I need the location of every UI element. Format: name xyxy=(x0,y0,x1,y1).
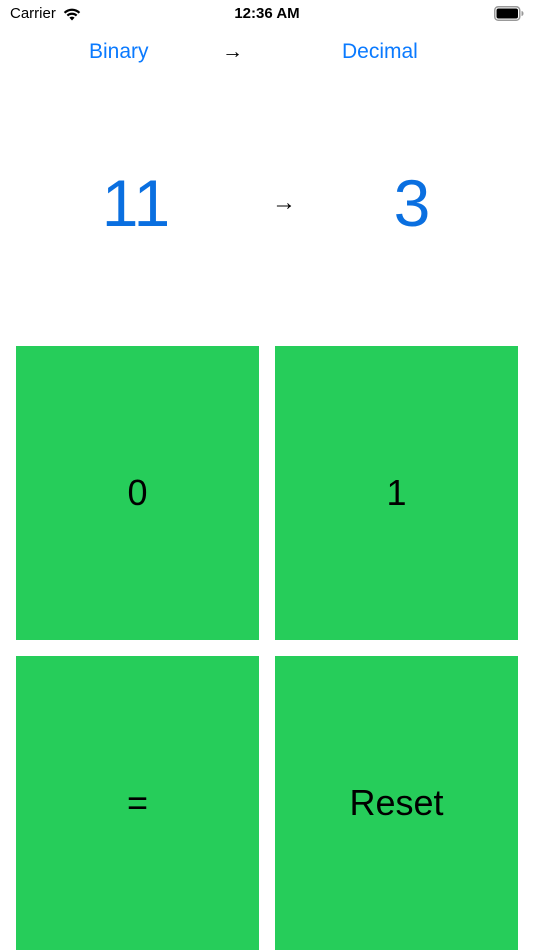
input-value: 11 xyxy=(101,166,171,240)
display-arrow-icon: → xyxy=(272,189,296,216)
status-bar: Carrier 12:36 AM xyxy=(0,0,534,28)
reset-button[interactable]: Reset xyxy=(275,656,518,950)
status-time: 12:36 AM xyxy=(234,5,300,22)
output-value: 3 xyxy=(393,166,431,240)
digit-0-button[interactable]: 0 xyxy=(16,346,259,640)
mode-arrow-icon: → xyxy=(222,40,243,63)
digit-1-button[interactable]: 1 xyxy=(275,346,518,640)
to-base-button[interactable]: Decimal xyxy=(342,38,418,66)
battery-icon xyxy=(494,6,524,21)
from-base-button[interactable]: Binary xyxy=(89,38,149,66)
equals-button[interactable]: = xyxy=(16,656,259,950)
